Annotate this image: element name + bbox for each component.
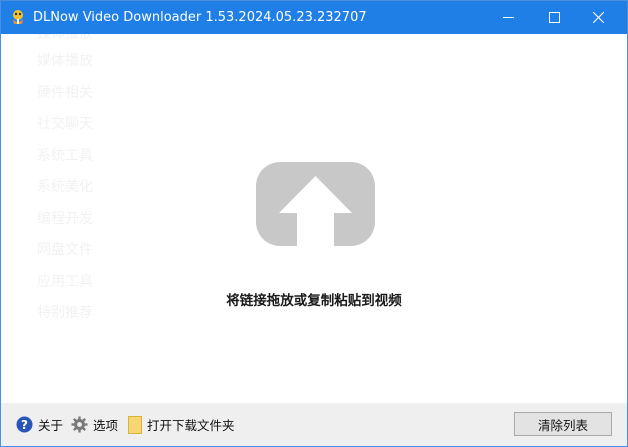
title-bar[interactable]: DLNow Video Downloader 1.53.2024.05.23.2…	[1, 1, 627, 34]
background-menu-item: 社交聊天	[37, 116, 93, 132]
close-button[interactable]	[575, 1, 621, 34]
drop-hint-text: 将链接拖放或复制粘贴到视频	[226, 293, 402, 309]
maximize-icon	[548, 12, 560, 23]
background-menu-item: 系统美化	[37, 179, 93, 195]
background-menu-item: 硬件相关	[37, 84, 93, 101]
background-menu-item: 媒体播放	[37, 53, 93, 69]
drop-area[interactable]: 媒体播放 媒体播放 硬件相关 社交聊天 系统工具 系统美化 编程开发 网盘文件 …	[1, 34, 627, 403]
open-download-folder-link[interactable]: 打开下载文件夹	[128, 403, 235, 446]
open-folder-label: 打开下载文件夹	[147, 418, 235, 433]
background-menu-item: 媒体播放	[37, 34, 93, 42]
gear-icon	[71, 416, 88, 433]
background-menu-item: 系统工具	[37, 147, 93, 164]
help-icon: ?	[16, 416, 33, 433]
app-window: DLNow Video Downloader 1.53.2024.05.23.2…	[0, 0, 628, 447]
close-icon	[592, 12, 604, 23]
maximize-button[interactable]	[531, 1, 577, 34]
app-logo-icon	[13, 10, 23, 24]
folder-icon	[128, 415, 142, 434]
options-label: 选项	[93, 418, 119, 433]
svg-text:?: ?	[21, 418, 28, 432]
minimize-icon	[502, 17, 514, 18]
options-link[interactable]: 选项	[71, 403, 118, 446]
background-menu-item: 编程开发	[37, 210, 93, 227]
window-title: DLNow Video Downloader 1.53.2024.05.23.2…	[33, 10, 367, 25]
about-link[interactable]: ? 关于	[16, 403, 63, 446]
background-menu-item: 网盘文件	[37, 242, 93, 258]
minimize-button[interactable]	[485, 1, 531, 34]
clear-list-button[interactable]: 清除列表	[514, 412, 612, 436]
upload-arrow-icon	[256, 162, 375, 246]
footer-bar: ? 关于 选项 打开下载文件夹 清除列表	[1, 403, 627, 446]
about-label: 关于	[38, 418, 64, 433]
background-menu: 媒体播放 媒体播放 硬件相关 社交聊天 系统工具 系统美化 编程开发 网盘文件 …	[37, 34, 127, 330]
